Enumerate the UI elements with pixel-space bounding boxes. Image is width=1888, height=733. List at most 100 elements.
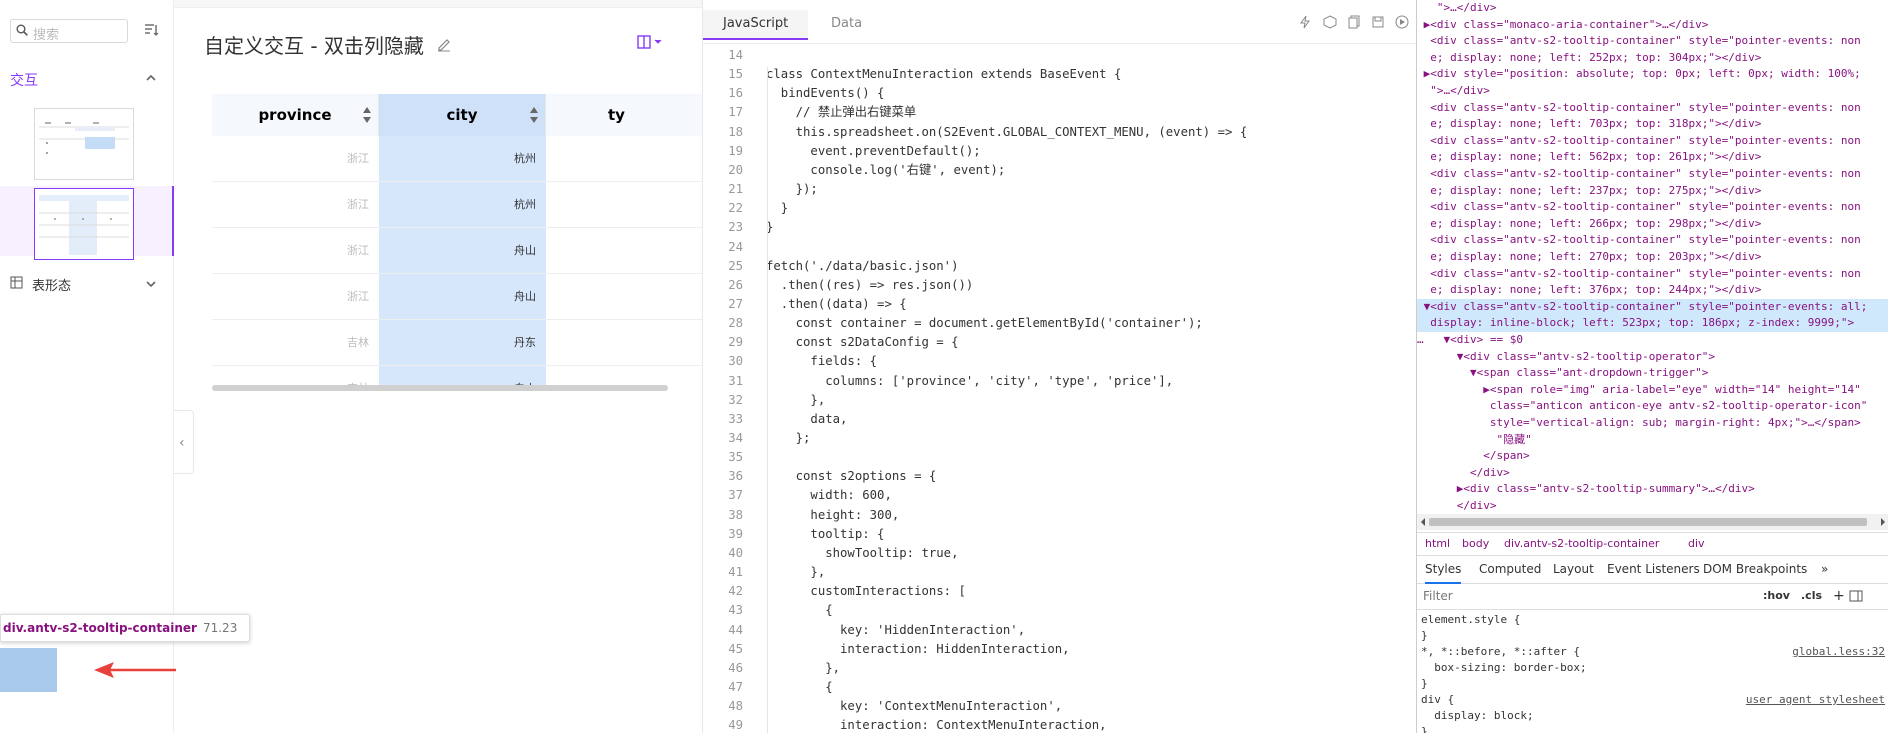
code-line[interactable]: 22 } [703, 199, 1417, 218]
tab-javascript[interactable]: JavaScript [703, 10, 809, 40]
code-line[interactable]: 27 .then((data) => { [703, 295, 1417, 314]
code-area[interactable]: 14 15 class ContextMenuInteraction extends… [703, 46, 1417, 733]
dom-node-line[interactable]: e; display: none; left: 703px; top: 318p… [1417, 116, 1888, 133]
chevron-up-icon[interactable] [145, 73, 157, 83]
style-rules[interactable]: element.style {} *, *::before, *::after {… [1417, 612, 1888, 733]
style-rule-source[interactable]: user agent stylesheet [1746, 692, 1885, 708]
code-line[interactable]: 32 }, [703, 391, 1417, 410]
cell-province[interactable]: 浙江 [212, 182, 379, 228]
collapse-sidebar-handle[interactable]: ‹ [174, 410, 194, 474]
cell-type[interactable] [546, 320, 702, 366]
search-input[interactable]: 搜索 [10, 19, 128, 43]
sort-icon[interactable] [143, 22, 159, 38]
dom-node-line[interactable]: ">…</div> [1417, 0, 1888, 17]
example-thumbnail-1[interactable] [34, 108, 134, 180]
style-rule-line[interactable]: element.style { [1421, 612, 1520, 628]
table-horizontal-scrollbar[interactable] [212, 385, 668, 391]
column-header-type[interactable]: ty [546, 94, 702, 136]
code-line[interactable]: 33 data, [703, 410, 1417, 429]
cell-city[interactable]: 杭州 [379, 182, 546, 228]
code-line[interactable]: 34 }; [703, 429, 1417, 448]
dom-node-line[interactable]: ▶<div style="position: absolute; top: 0p… [1417, 66, 1888, 83]
code-line[interactable]: 16 bindEvents() { [703, 84, 1417, 103]
computed-sidebar-icon[interactable] [1849, 590, 1863, 602]
style-rule-line[interactable]: *, *::before, *::after { [1421, 644, 1580, 660]
dom-node-line[interactable]: ▶<span role="img" aria-label="eye" width… [1417, 382, 1888, 399]
code-line[interactable]: 23} [703, 218, 1417, 237]
code-line[interactable]: 15 class ContextMenuInteraction extends B… [703, 65, 1417, 84]
style-rule-source[interactable]: global.less:32 [1792, 644, 1885, 660]
scrollbar-thumb[interactable] [1429, 518, 1867, 526]
codesandbox-icon[interactable] [1323, 15, 1337, 29]
breadcrumb-item[interactable]: body [1462, 533, 1489, 555]
filter-input[interactable]: Filter [1423, 584, 1453, 608]
dom-node-line[interactable]: display: inline-block; left: 523px; top:… [1417, 315, 1888, 332]
dom-node-line[interactable]: </div> [1417, 498, 1888, 512]
code-line[interactable]: 38 height: 300, [703, 506, 1417, 525]
dom-tree[interactable]: ">…</div> ▶<div class="monaco-aria-conta… [1417, 0, 1888, 512]
cell-province[interactable]: 浙江 [212, 136, 379, 182]
save-icon[interactable] [1371, 15, 1385, 29]
code-line[interactable]: 49 interaction: ContextMenuInteraction, [703, 716, 1417, 733]
cell-type[interactable] [546, 182, 702, 228]
dom-node-line[interactable]: ▼<div class="antv-s2-tooltip-operator"> [1417, 349, 1888, 366]
style-rule-line[interactable]: } [1421, 628, 1428, 644]
code-line[interactable]: 44 key: 'HiddenInteraction', [703, 621, 1417, 640]
code-line[interactable]: 31 columns: ['province', 'city', 'type',… [703, 372, 1417, 391]
breadcrumb-item[interactable]: html [1425, 533, 1450, 555]
code-line[interactable]: 35 [703, 448, 1417, 467]
section-interaction-title[interactable]: 交互 [10, 70, 38, 90]
dom-node-line[interactable]: ">…</div> [1417, 83, 1888, 100]
style-rule-line[interactable]: } [1421, 676, 1428, 692]
more-tabs-button[interactable]: » [1821, 556, 1828, 582]
cell-type[interactable] [546, 228, 702, 274]
style-rule-line[interactable]: } [1421, 724, 1428, 733]
dom-node-line[interactable]: e; display: none; left: 237px; top: 275p… [1417, 183, 1888, 200]
tab-layout[interactable]: Layout [1553, 556, 1594, 582]
code-line[interactable]: 41 }, [703, 563, 1417, 582]
code-line[interactable]: 39 tooltip: { [703, 525, 1417, 544]
cell-city[interactable]: 舟山 [379, 274, 546, 320]
cell-city[interactable]: 杭州 [379, 136, 546, 182]
dom-node-line[interactable]: <div class="antv-s2-tooltip-container" s… [1417, 199, 1888, 216]
tab-computed[interactable]: Computed [1479, 556, 1541, 582]
cell-city[interactable]: 丹东 [379, 320, 546, 366]
dom-node-line[interactable]: ▶<div class="antv-s2-tooltip-summary">…<… [1417, 481, 1888, 498]
breadcrumb-item[interactable]: div [1688, 533, 1705, 555]
tab-event-listeners[interactable]: Event Listeners [1607, 556, 1700, 582]
code-line[interactable]: 30 fields: { [703, 352, 1417, 371]
dom-node-line[interactable]: style="vertical-align: sub; margin-right… [1417, 415, 1888, 432]
tab-styles[interactable]: Styles [1425, 556, 1462, 584]
code-line[interactable]: 43 { [703, 601, 1417, 620]
lightning-icon[interactable] [1298, 15, 1312, 29]
code-line[interactable]: 29 const s2DataConfig = { [703, 333, 1417, 352]
dom-node-line[interactable]: … ▼<div> == $0 [1417, 332, 1888, 349]
code-line[interactable]: 47 { [703, 678, 1417, 697]
cell-city[interactable]: 舟山 [379, 228, 546, 274]
code-line[interactable]: 17 // 禁止弹出右键菜单 [703, 103, 1417, 122]
style-rule-line[interactable]: box-sizing: border-box; [1421, 660, 1586, 676]
code-line[interactable]: 37 width: 600, [703, 486, 1417, 505]
code-line[interactable]: 21 }); [703, 180, 1417, 199]
code-line[interactable]: 18 this.spreadsheet.on(S2Event.GLOBAL_CO… [703, 123, 1417, 142]
edit-icon[interactable] [436, 36, 452, 52]
dom-node-line[interactable]: "隐藏" [1417, 432, 1888, 449]
dom-node-line[interactable]: <div class="antv-s2-tooltip-container" s… [1417, 166, 1888, 183]
breadcrumb-item[interactable]: div.antv-s2-tooltip-container [1504, 533, 1659, 555]
sort-arrows-icon[interactable] [362, 106, 372, 124]
sort-arrows-icon[interactable] [529, 106, 539, 124]
dom-node-line[interactable]: e; display: none; left: 376px; top: 244p… [1417, 282, 1888, 299]
dom-node-line[interactable]: <div class="antv-s2-tooltip-container" s… [1417, 133, 1888, 150]
code-line[interactable]: 36 const s2options = { [703, 467, 1417, 486]
dom-node-line[interactable]: </div> [1417, 465, 1888, 482]
dom-node-line[interactable]: e; display: none; left: 270px; top: 203p… [1417, 249, 1888, 266]
dom-node-line[interactable]: e; display: none; left: 266px; top: 298p… [1417, 216, 1888, 233]
dom-node-line[interactable]: ▶<div class="monaco-aria-container">…</d… [1417, 17, 1888, 34]
tab-data[interactable]: Data [811, 10, 882, 40]
dom-node-line[interactable]: e; display: none; left: 252px; top: 304p… [1417, 50, 1888, 67]
run-icon[interactable] [1395, 15, 1409, 29]
style-rule-line[interactable]: div { [1421, 692, 1454, 708]
cls-toggle[interactable]: .cls [1801, 584, 1822, 608]
code-line[interactable]: 25 fetch('./data/basic.json') [703, 257, 1417, 276]
dom-node-line[interactable]: </span> [1417, 448, 1888, 465]
